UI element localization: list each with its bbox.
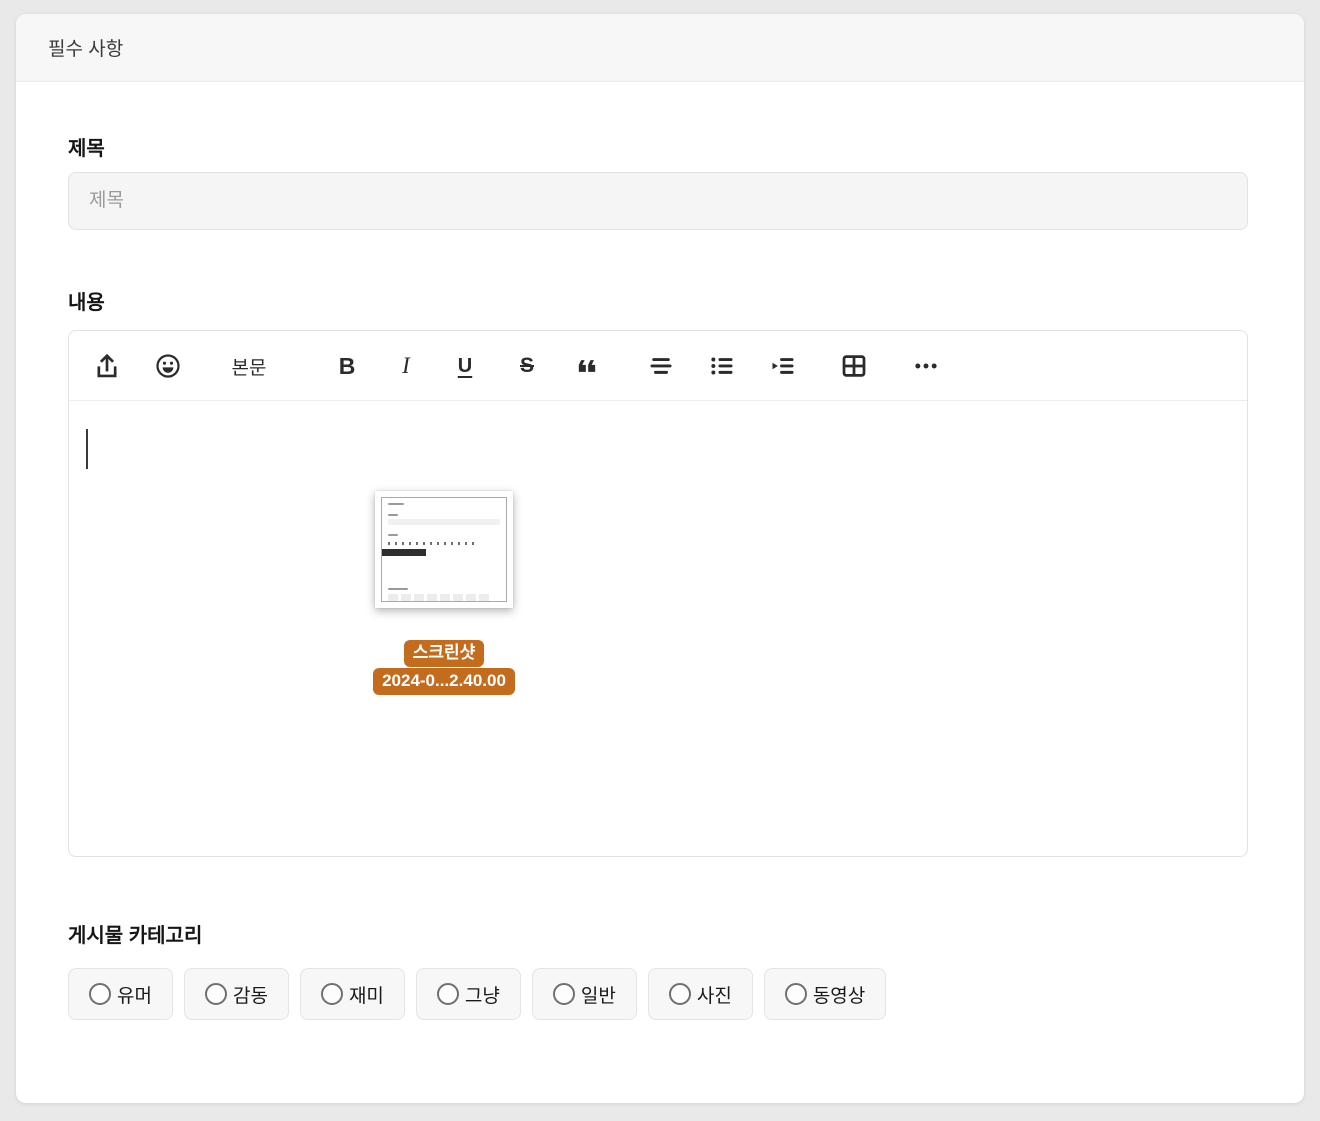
dragged-attachment[interactable]: 스크린샷 2024-0...2.40.00 [334, 491, 554, 695]
text-caret [86, 429, 88, 469]
required-fields-card: 필수 사항 제목 내용 [16, 14, 1304, 1103]
radio-icon[interactable] [89, 983, 111, 1005]
italic-button[interactable]: I [388, 348, 424, 384]
title-input[interactable] [68, 172, 1248, 230]
content-label: 내용 [68, 292, 105, 314]
emoji-icon [154, 352, 182, 380]
align-icon [647, 352, 675, 380]
bullet-list-icon [708, 352, 736, 380]
category-option-touching[interactable]: 감동 [183, 968, 289, 1020]
category-option-humor[interactable]: 유머 [68, 968, 173, 1020]
blockquote-button[interactable] [569, 348, 605, 384]
strikethrough-button[interactable]: S [509, 348, 545, 384]
radio-icon[interactable] [668, 983, 691, 1005]
radio-icon[interactable] [204, 983, 227, 1005]
category-option-photo[interactable]: 사진 [647, 968, 753, 1020]
indent-icon [769, 352, 797, 380]
title-label: 제목 [68, 138, 105, 160]
category-options: 유머 감동 재미 그냥 일반 사진 동영상 [68, 968, 887, 1020]
attachment-name-badge: 스크린샷 [403, 640, 485, 667]
radio-icon[interactable] [552, 983, 575, 1005]
bullet-list-button[interactable] [704, 348, 740, 384]
card-header-title: 필수 사항 [48, 39, 124, 60]
screenshot-thumbnail[interactable] [375, 491, 513, 608]
paragraph-style-button[interactable]: 본문 [217, 348, 281, 384]
rich-text-editor: 본문 B I U S 스크린샷 2024-0...2.40.00 [68, 330, 1248, 857]
emoji-button[interactable] [150, 348, 186, 384]
indent-button[interactable] [765, 348, 801, 384]
upload-button[interactable] [89, 348, 125, 384]
category-option-whatever[interactable]: 그냥 [415, 968, 521, 1020]
underline-button[interactable]: U [447, 348, 483, 384]
editor-toolbar: 본문 B I U S [69, 331, 1247, 401]
thumbnail-preview [381, 497, 507, 602]
upload-icon [93, 352, 121, 380]
card-header: 필수 사항 [16, 14, 1304, 82]
radio-icon[interactable] [436, 983, 459, 1005]
editor-content-area[interactable]: 스크린샷 2024-0...2.40.00 [69, 401, 1247, 857]
category-option-fun[interactable]: 재미 [299, 968, 405, 1020]
more-options-button[interactable] [908, 348, 944, 384]
blockquote-icon [573, 352, 601, 380]
radio-icon[interactable] [320, 983, 343, 1005]
more-icon [912, 352, 940, 380]
table-button[interactable] [836, 348, 872, 384]
table-icon [839, 351, 869, 381]
align-button[interactable] [643, 348, 679, 384]
attachment-filename-badge: 2024-0...2.40.00 [373, 667, 515, 695]
category-option-general[interactable]: 일반 [531, 968, 637, 1020]
bold-button[interactable]: B [329, 348, 365, 384]
category-option-video[interactable]: 동영상 [763, 968, 887, 1020]
radio-icon[interactable] [784, 983, 807, 1005]
page-background: { "card": { "header_title": "필수 사항" }, "… [0, 0, 1320, 1121]
category-label: 게시물 카테고리 [68, 925, 203, 947]
